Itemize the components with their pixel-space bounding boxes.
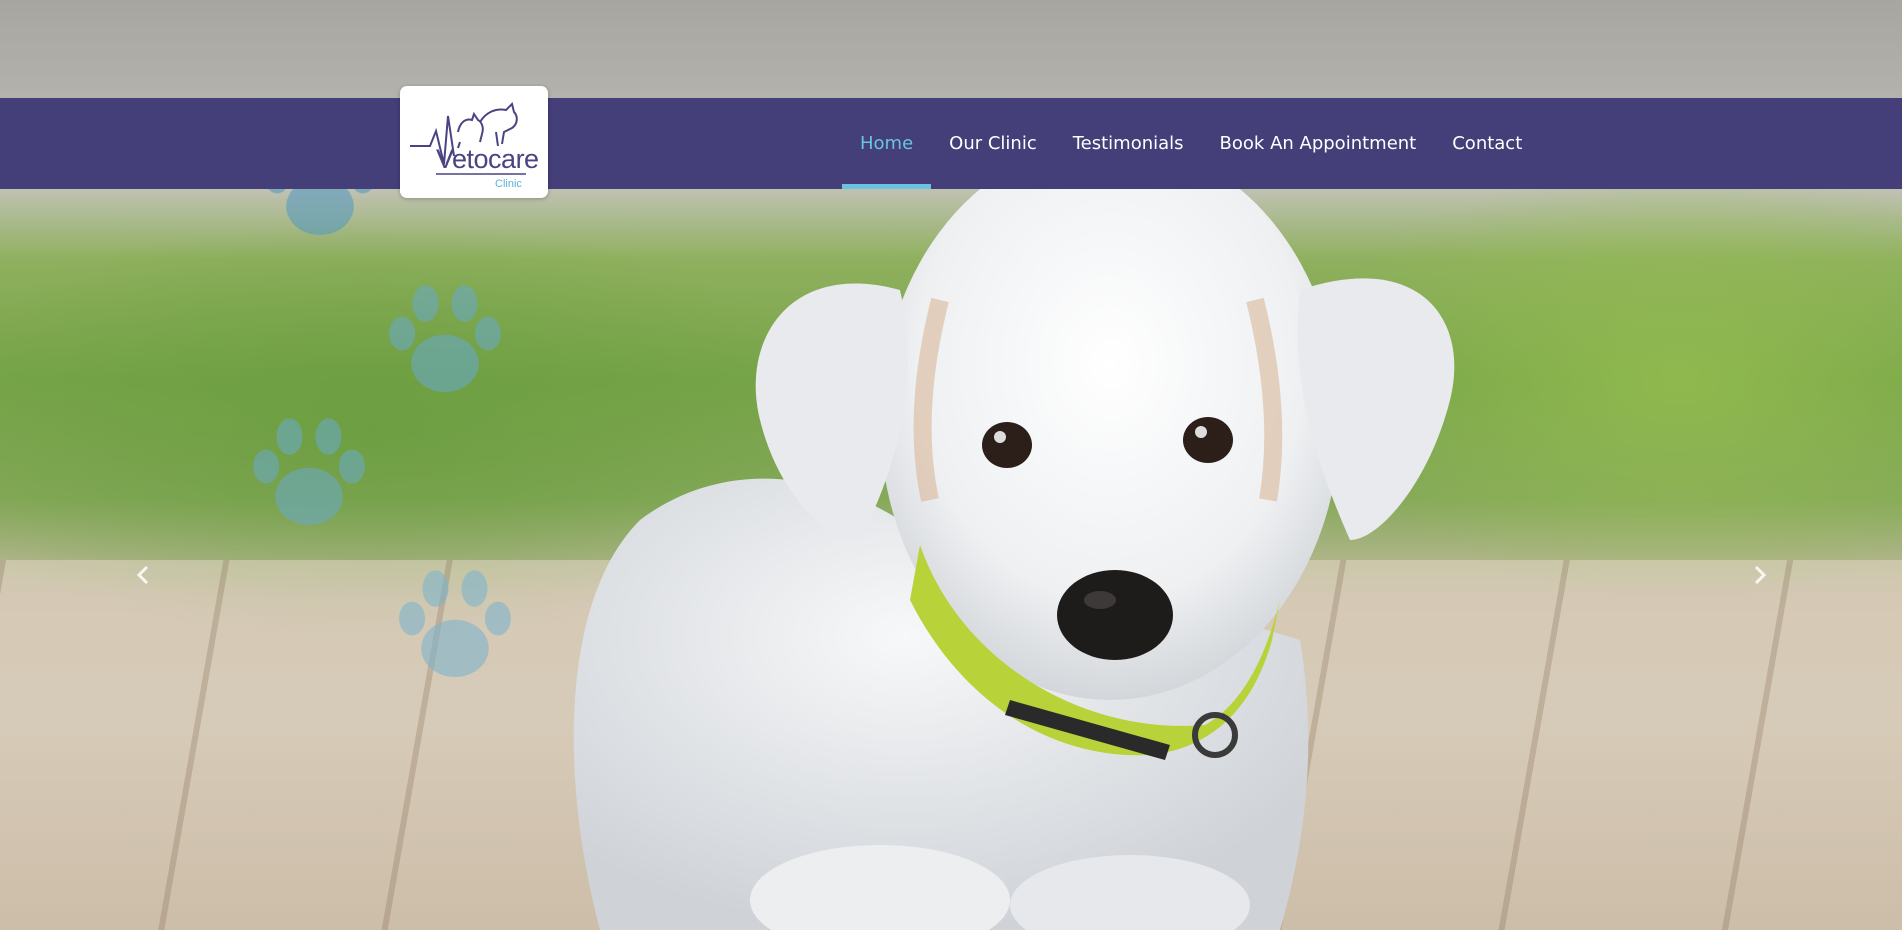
paw-icon [399,570,511,677]
chevron-left-icon [136,565,149,585]
logo-name: Vetocare [436,144,539,174]
nav-book-appointment[interactable]: Book An Appointment [1202,98,1435,189]
site-logo[interactable]: Vetocare Clinic [400,86,548,198]
carousel-next-button[interactable] [1745,560,1775,590]
nav-testimonials[interactable]: Testimonials [1055,98,1202,189]
nav-our-clinic[interactable]: Our Clinic [931,98,1055,189]
carousel-prev-button[interactable] [128,560,158,590]
pet-heartbeat-logo-icon [410,102,526,175]
chevron-right-icon [1754,565,1767,585]
paw-icon [389,285,501,392]
nav-home[interactable]: Home [842,98,932,189]
nav-contact[interactable]: Contact [1434,98,1540,189]
paw-icon [253,418,365,525]
logo-subtitle: Clinic [495,178,522,190]
primary-nav: Home Our Clinic Testimonials Book An App… [842,98,1540,189]
